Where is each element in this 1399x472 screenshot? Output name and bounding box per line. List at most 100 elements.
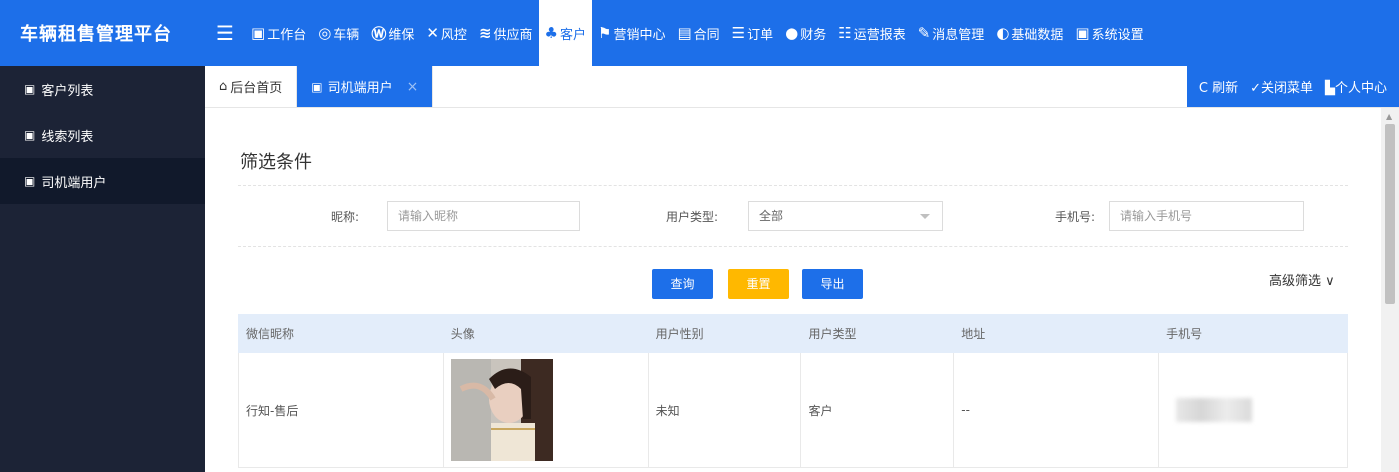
reset-button[interactable]: 重置 [728,269,789,299]
page-icon: ▣ [24,128,36,142]
dashboard-icon: ▣ [251,24,266,42]
tab-driver-users-label: 司机端用户 [327,81,393,96]
sidebar-item-label: 线索列表 [41,129,94,145]
scrollbar-thumb[interactable] [1385,124,1395,304]
export-button[interactable]: 导出 [802,269,863,299]
user-table: 微信昵称 头像 用户性别 用户类型 地址 手机号 行知-售后 未知 客户 -- [238,314,1348,468]
query-button[interactable]: 查询 [652,269,713,299]
top-nav: ▣ 工作台 ◎ 车辆 Ⓦ 维保 ✕ 风控 ≋ 供应商 ♣ 客户 ⚑ 营销中心 ▤ 合同 ☰ 订单 ● 财务 ☷ 运营报表 ✎… [245,0,1150,66]
nav-item-9[interactable]: ● 财务 [779,0,832,66]
sidebar-item-0[interactable]: ▣ 客户列表 [0,66,205,112]
page-icon: ▣ [311,79,323,94]
refresh-button[interactable]: C 刷新 [1193,77,1244,96]
edit-icon: ✎ [917,24,931,42]
nav-label: 财务 [800,27,827,43]
nav-item-10[interactable]: ☷ 运营报表 [832,0,911,66]
stack-icon: ≋ [478,24,492,42]
column-header: 微信昵称 [238,314,444,353]
divider [238,185,1348,186]
nav-label: 基础数据 [1011,27,1064,43]
nav-label: 系统设置 [1091,27,1144,43]
menu-fold-icon[interactable]: ☰ [205,21,245,45]
nav-label: 供应商 [493,27,533,43]
close-icon[interactable]: × [407,79,419,95]
close-menu-button[interactable]: ✓关闭菜单 [1244,77,1319,96]
nav-label: 订单 [747,27,774,43]
main-content: 筛选条件 昵称: 请输入昵称 用户类型: 全部 手机号: 请输入手机号 查询 重… [205,108,1381,472]
cell-address: -- [953,352,1160,468]
list-bullet-icon: ☷ [838,24,852,42]
column-header: 用户类型 [800,314,955,353]
scroll-up-icon[interactable]: ▲ [1386,112,1392,121]
home-icon: ⌂ [219,79,228,94]
usertype-select[interactable]: 全部 [748,201,943,231]
sidebar-item-2[interactable]: ▣ 司机端用户 [0,158,205,204]
nav-item-5[interactable]: ♣ 客户 [538,0,592,66]
column-header: 手机号 [1158,314,1348,353]
cell-gender: 未知 [647,352,802,468]
nav-label: 维保 [388,27,415,43]
nav-item-12[interactable]: ◐ 基础数据 [990,0,1069,66]
nav-item-4[interactable]: ≋ 供应商 [473,0,539,66]
sidebar-item-label: 客户列表 [41,83,94,99]
sidebar-item-1[interactable]: ▣ 线索列表 [0,112,205,158]
sidebar-item-label: 司机端用户 [41,175,107,191]
nav-label: 营销中心 [613,27,666,43]
profile-button[interactable]: ▙个人中心 [1319,77,1393,96]
nav-label: 工作台 [267,27,307,43]
settings-window-icon: ▣ [1075,24,1090,42]
tab-actions: C 刷新 ✓关闭菜单 ▙个人中心 [1186,66,1399,107]
nav-label: 客户 [559,27,586,43]
tabs-bar: ⌂ 后台首页 ▣ 司机端用户 × C 刷新 ✓关闭菜单 ▙个人中心 [205,66,1399,108]
nickname-input[interactable]: 请输入昵称 [387,201,580,231]
phone-label: 手机号: [1055,210,1096,224]
file-icon: ▤ [677,24,692,42]
column-header: 地址 [953,314,1160,353]
nav-item-13[interactable]: ▣ 系统设置 [1069,0,1149,66]
column-header: 头像 [442,314,649,353]
sidebar: ▣ 客户列表 ▣ 线索列表 ▣ 司机端用户 [0,66,205,472]
nav-label: 消息管理 [932,27,985,43]
nav-item-0[interactable]: ▣ 工作台 [245,0,312,66]
nav-item-7[interactable]: ▤ 合同 [671,0,725,66]
column-header: 用户性别 [647,314,802,353]
nav-item-1[interactable]: ◎ 车辆 [312,0,365,66]
nav-label: 车辆 [333,27,360,43]
list-icon: ☰ [731,24,746,42]
document-w-icon: Ⓦ [371,24,387,43]
nav-item-11[interactable]: ✎ 消息管理 [912,0,991,66]
nav-item-2[interactable]: Ⓦ 维保 [365,0,420,66]
avatar[interactable] [450,359,553,461]
nav-label: 风控 [440,27,467,43]
filter-title: 筛选条件 [240,152,312,173]
advanced-filter-toggle[interactable]: 高级筛选 ∨ [1269,270,1335,289]
filter-row: 昵称: 请输入昵称 用户类型: 全部 手机号: 请输入手机号 [205,201,1381,231]
user-icon: ♣ [544,24,558,42]
layers-icon: ◎ [318,24,332,42]
tab-home[interactable]: ⌂ 后台首页 [205,66,298,107]
nav-item-6[interactable]: ⚑ 营销中心 [592,0,671,66]
money-icon: ● [785,24,799,42]
nav-item-3[interactable]: ✕ 风控 [420,0,473,66]
nav-label: 运营报表 [853,27,906,43]
phone-redacted [1176,398,1253,422]
tools-icon: ✕ [426,24,439,42]
cell-type: 客户 [800,352,955,468]
tab-driver-users[interactable]: ▣ 司机端用户 × [297,66,434,107]
nav-label: 合同 [693,27,720,43]
tab-home-label: 后台首页 [230,81,283,96]
phone-input[interactable]: 请输入手机号 [1109,201,1304,231]
table-row[interactable]: 行知-售后 未知 客户 -- [238,352,1348,468]
cell-nickname: 行知-售后 [238,352,444,468]
top-navbar: 车辆租售管理平台 ☰ ▣ 工作台 ◎ 车辆 Ⓦ 维保 ✕ 风控 ≋ 供应商 ♣ 客户 ⚑ 营销中心 ▤ 合同 ☰… [0,0,1399,66]
usertype-label: 用户类型: [666,210,719,224]
refresh-circle-icon: ◐ [996,24,1010,42]
page-icon: ▣ [24,82,36,96]
flag-icon: ⚑ [598,24,612,42]
avatar-image [450,359,553,461]
page-icon: ▣ [24,174,36,188]
cell-phone [1158,352,1348,468]
vertical-scrollbar[interactable]: ▲ [1381,108,1399,472]
nav-item-8[interactable]: ☰ 订单 [726,0,779,66]
nickname-label: 昵称: [331,210,360,224]
